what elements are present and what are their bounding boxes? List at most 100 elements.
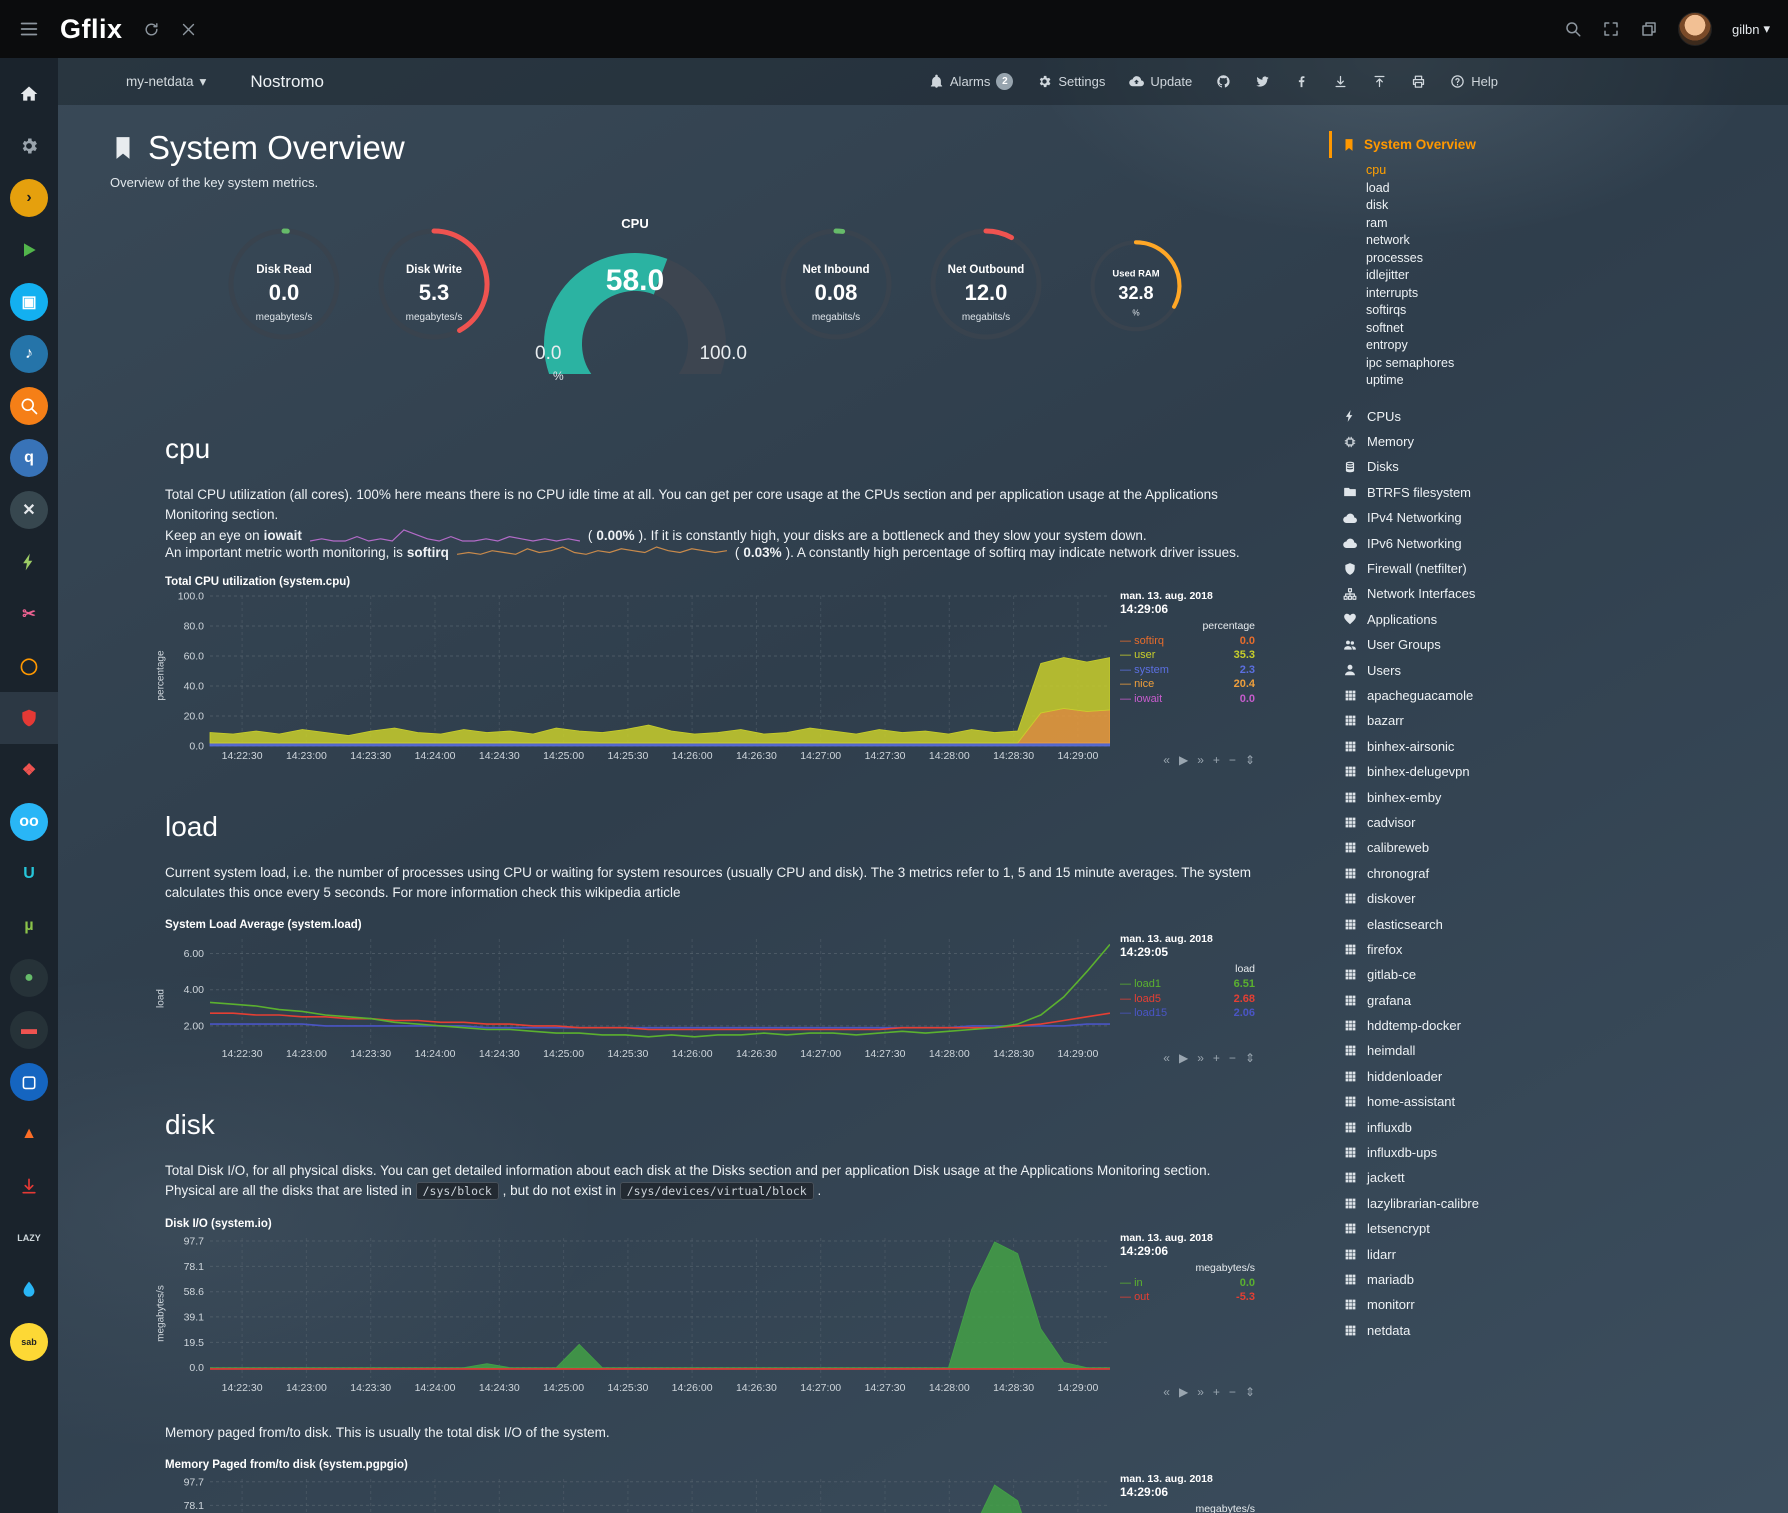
menu-app-hddtemp-docker[interactable]: hddtemp-docker (1332, 1013, 1788, 1038)
resize-icon[interactable]: ⇕ (1245, 1385, 1255, 1399)
menu-app-home-assistant[interactable]: home-assistant (1332, 1089, 1788, 1114)
menu-app-lazylibrarian-calibre[interactable]: lazylibrarian-calibre (1332, 1191, 1788, 1216)
forward-icon[interactable]: » (1197, 1051, 1204, 1065)
cpu-chart-plot[interactable]: 100.080.060.040.020.00.014:22:3014:23:00… (165, 590, 1110, 769)
menu-app-hiddenloader[interactable]: hiddenloader (1332, 1064, 1788, 1089)
forward-icon[interactable]: » (1197, 1385, 1204, 1399)
sidebar-app-netdata[interactable] (0, 692, 58, 744)
legend-iowait[interactable]: iowait 0.0 (1120, 692, 1255, 707)
menu-app-mariadb[interactable]: mariadb (1332, 1267, 1788, 1292)
menu-app-monitorr[interactable]: monitorr (1332, 1292, 1788, 1317)
menu-app-binhex-airsonic[interactable]: binhex-airsonic (1332, 734, 1788, 759)
zoom-in-icon[interactable]: + (1213, 753, 1220, 767)
legend-system[interactable]: system 2.3 (1120, 663, 1255, 678)
hamburger-menu-icon[interactable] (18, 18, 40, 40)
zoom-out-icon[interactable]: − (1229, 1385, 1236, 1399)
refresh-icon[interactable] (143, 21, 160, 38)
gauge-net-outbound[interactable]: Net Outbound 12.0 megabits/s (911, 216, 1061, 376)
gauge-net-inbound[interactable]: Net Inbound 0.08 megabits/s (761, 216, 911, 376)
menu-section-ipv4-networking[interactable]: IPv4 Networking (1332, 505, 1788, 530)
legend-nice[interactable]: nice 20.4 (1120, 677, 1255, 692)
gauge-disk-write[interactable]: Disk Write 5.3 megabytes/s (359, 216, 509, 376)
nav-facebook[interactable] (1294, 74, 1309, 89)
tabs-icon[interactable] (1640, 20, 1658, 38)
menu-app-gitlab-ce[interactable]: gitlab-ce (1332, 962, 1788, 987)
sidebar-app-unraid[interactable]: U (0, 848, 58, 900)
submenu-interrupts[interactable]: interrupts (1366, 285, 1788, 303)
menu-app-influxdb-ups[interactable]: influxdb-ups (1332, 1140, 1788, 1165)
sidebar-app-droplet[interactable] (0, 1264, 58, 1316)
menu-app-calibreweb[interactable]: calibreweb (1332, 835, 1788, 860)
menu-section-firewall-netfilter[interactable]: Firewall (netfilter) (1332, 556, 1788, 581)
menu-app-binhex-delugevpn[interactable]: binhex-delugevpn (1332, 759, 1788, 784)
menu-app-diskover[interactable]: diskover (1332, 886, 1788, 911)
sidebar-app-couchpotato[interactable]: oo (0, 796, 58, 848)
sidebar-app-pills[interactable]: ▬ (0, 1004, 58, 1056)
nav-twitter[interactable] (1255, 74, 1270, 89)
menu-section-user-groups[interactable]: User Groups (1332, 632, 1788, 657)
play-icon[interactable]: ▶ (1179, 1051, 1188, 1065)
resize-icon[interactable]: ⇕ (1245, 753, 1255, 767)
sidebar-app-duplicati[interactable]: ● (0, 952, 58, 1004)
menu-section-disks[interactable]: Disks (1332, 454, 1788, 479)
menu-section-memory[interactable]: Memory (1332, 429, 1788, 454)
gauge-cpu[interactable]: CPU 58.0 0.0 100.0 % (515, 216, 755, 391)
menu-system-overview[interactable]: System Overview (1329, 131, 1788, 158)
host-dropdown[interactable]: my-netdata ▾ (126, 74, 206, 90)
nav-alarms[interactable]: Alarms 2 (929, 73, 1013, 90)
submenu-entropy[interactable]: entropy (1366, 337, 1788, 355)
legend-load15[interactable]: load15 2.06 (1120, 1006, 1255, 1021)
zoom-out-icon[interactable]: − (1229, 1051, 1236, 1065)
submenu-processes[interactable]: processes (1366, 250, 1788, 268)
sidebar-app-organizr[interactable]: ✕ (0, 484, 58, 536)
sidebar-app-airsonic[interactable]: ♪ (0, 328, 58, 380)
rewind-icon[interactable]: « (1163, 753, 1170, 767)
menu-app-lidarr[interactable]: lidarr (1332, 1241, 1788, 1266)
sidebar-app-emby[interactable] (0, 224, 58, 276)
nav-update[interactable]: Update (1129, 74, 1192, 89)
submenu-idlejitter[interactable]: idlejitter (1366, 267, 1788, 285)
submenu-network[interactable]: network (1366, 232, 1788, 250)
sidebar-app-settings[interactable] (0, 120, 58, 172)
sidebar-app-downloader[interactable] (0, 1160, 58, 1212)
menu-section-network-interfaces[interactable]: Network Interfaces (1332, 581, 1788, 606)
sidebar-app-cluster[interactable]: ❖ (0, 744, 58, 796)
submenu-disk[interactable]: disk (1366, 197, 1788, 215)
menu-section-cpus[interactable]: CPUs (1332, 404, 1788, 429)
menu-app-letsencrypt[interactable]: letsencrypt (1332, 1216, 1788, 1241)
menu-app-heimdall[interactable]: heimdall (1332, 1038, 1788, 1063)
menu-section-users[interactable]: Users (1332, 657, 1788, 682)
sidebar-app-jackett[interactable] (0, 380, 58, 432)
load-chart-plot[interactable]: 6.004.002.0014:22:3014:23:0014:23:3014:2… (165, 933, 1110, 1067)
submenu-ipc-semaphores[interactable]: ipc semaphores (1366, 355, 1788, 373)
nav-print[interactable] (1411, 74, 1426, 89)
submenu-softnet[interactable]: softnet (1366, 320, 1788, 338)
sidebar-app-home[interactable] (0, 68, 58, 120)
close-icon[interactable] (180, 21, 197, 38)
resize-icon[interactable]: ⇕ (1245, 1051, 1255, 1065)
disk-chart-plot[interactable]: 97.778.158.639.119.50.014:22:3014:23:001… (165, 1232, 1110, 1401)
submenu-cpu[interactable]: cpu (1366, 162, 1788, 180)
play-icon[interactable]: ▶ (1179, 1385, 1188, 1399)
menu-app-cadvisor[interactable]: cadvisor (1332, 810, 1788, 835)
nav-settings[interactable]: Settings (1037, 74, 1105, 89)
submenu-softirqs[interactable]: softirqs (1366, 302, 1788, 320)
forward-icon[interactable]: » (1197, 753, 1204, 767)
nav-help[interactable]: Help (1450, 74, 1498, 89)
avatar[interactable] (1678, 12, 1712, 46)
submenu-load[interactable]: load (1366, 180, 1788, 198)
menu-section-btrfs-filesystem[interactable]: BTRFS filesystem (1332, 480, 1788, 505)
menu-app-binhex-emby[interactable]: binhex-emby (1332, 784, 1788, 809)
menu-app-chronograf[interactable]: chronograf (1332, 861, 1788, 886)
fullscreen-icon[interactable] (1602, 20, 1620, 38)
menu-app-influxdb[interactable]: influxdb (1332, 1114, 1788, 1139)
sidebar-app-plex[interactable]: › (0, 172, 58, 224)
menu-app-grafana[interactable]: grafana (1332, 987, 1788, 1012)
menu-section-applications[interactable]: Applications (1332, 607, 1788, 632)
sidebar-app-utorrent[interactable]: µ (0, 900, 58, 952)
zoom-out-icon[interactable]: − (1229, 753, 1236, 767)
sidebar-app-ubooquity[interactable]: ◯ (0, 640, 58, 692)
nav-upload[interactable] (1372, 74, 1387, 89)
legend-softirq[interactable]: softirq 0.0 (1120, 634, 1255, 649)
zoom-in-icon[interactable]: + (1213, 1385, 1220, 1399)
